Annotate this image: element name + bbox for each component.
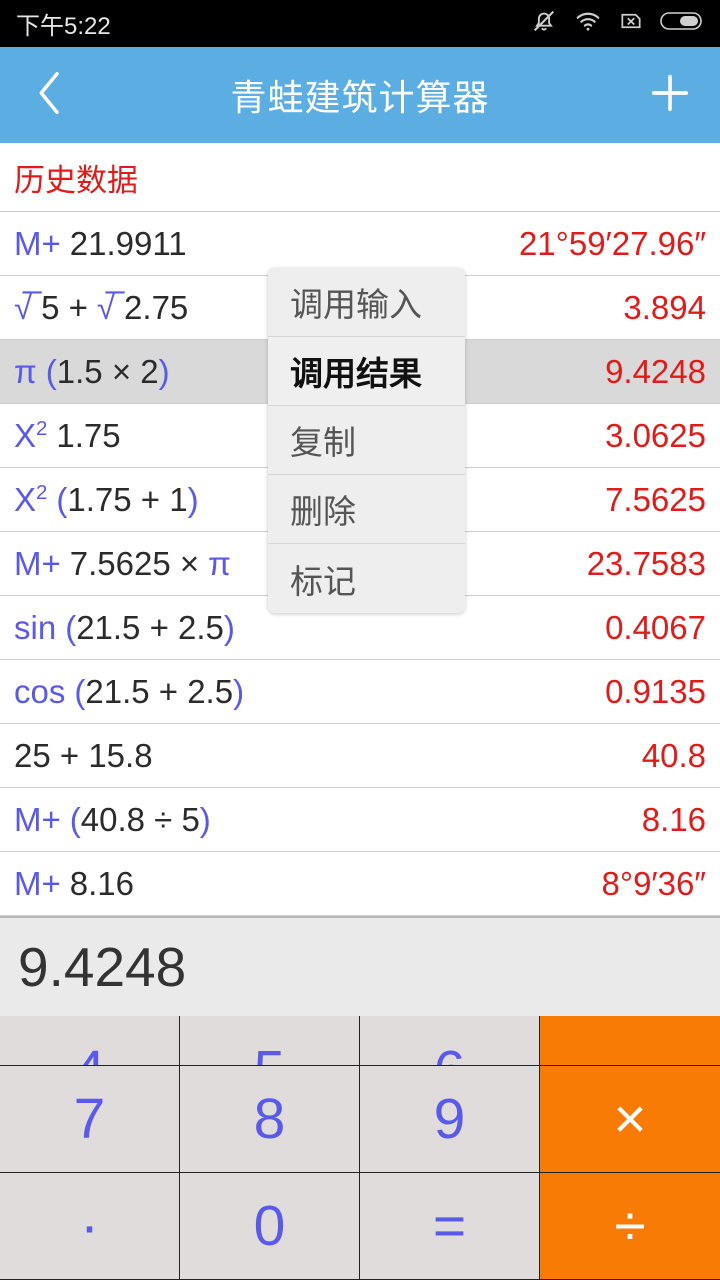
- mute-bell-icon: [530, 7, 558, 40]
- display-value: 9.4248: [18, 936, 187, 998]
- key-4[interactable]: 4: [0, 1016, 180, 1066]
- status-time: 下午5:22: [16, 13, 111, 40]
- context-menu-item[interactable]: 标记: [268, 544, 465, 613]
- history-result: 8°9′36″: [601, 864, 706, 902]
- status-icons: [530, 7, 704, 40]
- history-expression: 25 + 15.8: [14, 736, 153, 774]
- history-expression: M+ 21.9911: [14, 224, 187, 262]
- history-expression: M+ 7.5625 × π: [14, 544, 231, 582]
- key-÷[interactable]: ÷: [540, 1173, 720, 1280]
- wifi-icon: [574, 7, 602, 40]
- key-label: ·: [80, 1193, 99, 1258]
- history-result: 7.5625: [605, 480, 706, 518]
- history-row[interactable]: M+ 21.9911 21°59′27.96″: [0, 212, 720, 276]
- history-expression: M+ 8.16: [14, 864, 134, 902]
- history-result: 3.894: [623, 288, 706, 326]
- key-operator[interactable]: [540, 1016, 720, 1066]
- key-label: 6: [434, 1043, 466, 1066]
- history-result: 21°59′27.96″: [518, 224, 706, 262]
- context-menu-item[interactable]: 复制: [268, 406, 465, 475]
- key-9[interactable]: 9: [360, 1066, 540, 1173]
- page-title: 青蛙建筑计算器: [230, 77, 490, 118]
- key-×[interactable]: ×: [540, 1066, 720, 1173]
- context-menu-item[interactable]: 调用结果: [268, 337, 465, 406]
- history-expression: √̅ 5 + √̅ 2.75: [14, 288, 189, 326]
- key-label: 4: [74, 1043, 106, 1066]
- context-menu[interactable]: 调用输入 调用结果 复制 删除 标记: [268, 268, 465, 613]
- key-=[interactable]: =: [360, 1173, 540, 1280]
- key-label: 7: [73, 1086, 106, 1151]
- history-section-header: 历史数据: [0, 143, 720, 212]
- history-expression: cos(21.5 + 2.5): [14, 672, 245, 710]
- history-row[interactable]: 25 + 15.8 40.8: [0, 724, 720, 788]
- history-expression: X2 1.75: [14, 416, 121, 454]
- key-6[interactable]: 6: [360, 1016, 540, 1066]
- context-menu-item[interactable]: 调用输入: [268, 268, 465, 337]
- key-label: 9: [433, 1086, 466, 1151]
- history-expression: M+(40.8 ÷ 5): [14, 800, 211, 838]
- keypad[interactable]: 4 5 6 7 8 9 × · 0 = ÷: [0, 1016, 720, 1280]
- key-5[interactable]: 5: [180, 1016, 360, 1066]
- chevron-left-icon: [28, 65, 72, 126]
- sim-x-icon: [618, 8, 644, 39]
- back-button[interactable]: [22, 67, 78, 123]
- history-row[interactable]: cos(21.5 + 2.5) 0.9135: [0, 660, 720, 724]
- key-label: 0: [253, 1193, 286, 1258]
- key-label: ×: [613, 1086, 647, 1151]
- key-7[interactable]: 7: [0, 1066, 180, 1173]
- history-section-title: 历史数据: [14, 162, 138, 198]
- key-0[interactable]: 0: [180, 1173, 360, 1280]
- history-result: 0.4067: [605, 608, 706, 646]
- key-label: ÷: [614, 1193, 646, 1258]
- add-button[interactable]: [642, 67, 698, 123]
- key-8[interactable]: 8: [180, 1066, 360, 1173]
- history-expression: π(1.5 × 2): [14, 352, 170, 390]
- history-row[interactable]: M+ 8.16 8°9′36″: [0, 852, 720, 916]
- history-result: 40.8: [641, 736, 706, 774]
- key-·[interactable]: ·: [0, 1173, 180, 1280]
- history-expression: X2(1.75 + 1): [14, 480, 199, 518]
- status-bar: 下午5:22: [0, 0, 720, 47]
- history-result: 23.7583: [586, 544, 706, 582]
- history-result: 8.16: [641, 800, 706, 838]
- result-display: 9.4248: [0, 916, 720, 1016]
- plus-icon: [647, 70, 693, 121]
- history-result: 0.9135: [605, 672, 706, 710]
- title-bar: 青蛙建筑计算器: [0, 47, 720, 143]
- key-label: 8: [253, 1086, 286, 1151]
- key-label: 5: [254, 1043, 286, 1066]
- history-result: 3.0625: [605, 416, 706, 454]
- history-result: 9.4248: [605, 352, 706, 390]
- history-expression: sin(21.5 + 2.5): [14, 608, 235, 646]
- calculator-app-screen: 下午5:22 青蛙建筑计算器 历史数据 M+ 21.9911 21°59′27.…: [0, 0, 720, 1280]
- key-label: =: [432, 1193, 467, 1258]
- history-row[interactable]: M+(40.8 ÷ 5) 8.16: [0, 788, 720, 852]
- battery-icon: [660, 9, 704, 38]
- context-menu-item[interactable]: 删除: [268, 475, 465, 544]
